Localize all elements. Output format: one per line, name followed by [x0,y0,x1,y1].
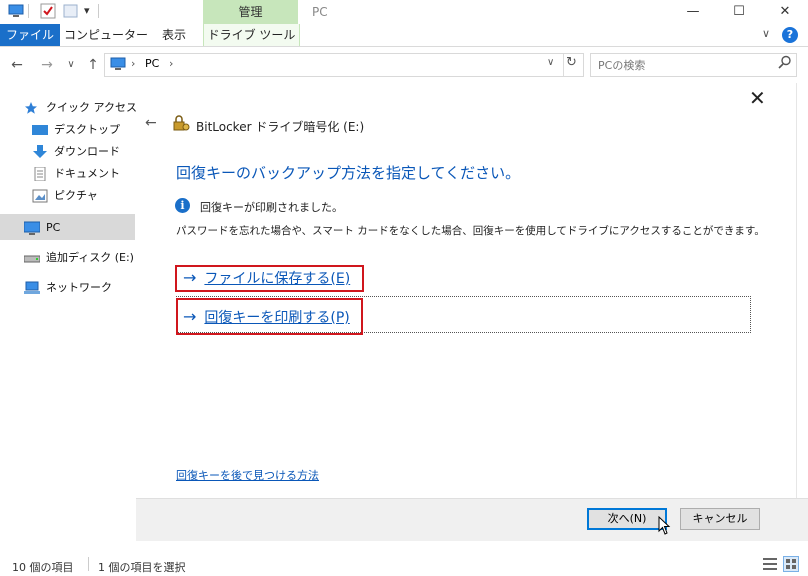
tab-computer[interactable]: コンピューター [64,24,148,46]
sidebar-selected-bg [0,214,135,240]
wizard-back-icon[interactable]: ← [145,115,157,131]
context-tab-header: 管理 [203,0,298,24]
pictures-icon [32,189,48,203]
sidebar-item-network[interactable]: ネットワーク [24,279,112,297]
option-accel: (E) [330,271,351,287]
download-icon [32,145,48,159]
address-dropdown-icon[interactable]: ∨ [547,57,554,68]
address-divider [563,54,564,76]
pc-icon [23,221,41,235]
up-nav-icon[interactable]: ↑ [84,56,102,74]
search-icon[interactable] [778,55,792,72]
maximize-button[interactable]: ☐ [716,0,762,24]
tab-file[interactable]: ファイル [0,24,60,46]
save-to-file-option[interactable]: → ファイルに保存する(E) [183,267,350,289]
scrollbar-strip[interactable] [796,83,808,541]
sidebar-item-extra-disk[interactable]: 追加ディスク (E:) [23,249,134,267]
pc-small-icon [110,57,126,74]
sidebar-item-label: ピクチャ [54,189,98,202]
sidebar-item-pictures[interactable]: ピクチャ [32,187,98,205]
arrow-right-icon: → [183,307,197,326]
find-key-later-link[interactable]: 回復キーを後で見つける方法 [176,467,319,483]
sidebar-item-desktop[interactable]: デスクトップ [32,121,120,139]
wizard-heading: 回復キーのバックアップ方法を指定してください。 [176,164,521,182]
forward-nav-icon[interactable]: → [38,56,56,74]
back-nav-icon[interactable]: ← [8,56,26,74]
arrow-right-icon: → [183,268,197,287]
desktop-icon [32,123,48,137]
mouse-cursor-icon [658,515,672,539]
option-label: ファイルに保存する [204,271,331,287]
tab-drive-tools[interactable]: ドライブ ツール [203,24,300,46]
qa-divider [28,4,29,18]
properties-icon[interactable] [40,3,56,19]
window-title: PC [312,5,328,19]
wizard-title: BitLocker ドライブ暗号化 (E:) [196,120,365,134]
pc-app-icon[interactable] [8,3,24,19]
star-icon [24,101,40,115]
breadcrumb-pc[interactable]: PC [145,57,159,70]
sidebar-item-label: 追加ディスク (E:) [46,251,134,264]
network-icon [24,281,40,295]
status-divider [88,557,89,571]
details-view-icon[interactable] [763,558,777,573]
next-button[interactable]: 次へ(N) [587,508,667,530]
sidebar-item-label: ドキュメント [54,167,120,180]
qa-divider-2 [98,4,99,18]
option-label: 回復キーを印刷する [204,310,331,326]
info-message: 回復キーが印刷されました。 [200,201,343,214]
sidebar-item-pc[interactable]: PC [23,219,61,237]
search-input[interactable]: PCの検索 [598,57,645,73]
info-icon: i [175,198,190,213]
document-icon [32,166,48,182]
refresh-icon[interactable]: ↻ [566,55,577,70]
sidebar-item-label: ネットワーク [46,281,112,294]
sidebar-item-downloads[interactable]: ダウンロード [32,143,120,161]
cancel-button[interactable]: キャンセル [680,508,760,530]
status-item-count: 10 個の項目 [12,561,74,574]
status-selected-count: 1 個の項目を選択 [98,561,186,574]
tab-view[interactable]: 表示 [152,24,196,46]
sidebar-item-label: ダウンロード [54,145,120,158]
sidebar-item-quick-access[interactable]: クイック アクセス [24,99,137,117]
sidebar-item-label: デスクトップ [54,123,120,136]
breadcrumb-separator-2[interactable]: › [169,57,173,70]
minimize-button[interactable]: — [670,0,716,24]
drive-icon [23,251,41,265]
customize-qa-icon[interactable]: ▾ [84,4,90,17]
ribbon-collapse-icon[interactable]: ∨ [762,27,770,40]
option-accel: (P) [330,310,350,326]
new-folder-icon[interactable] [63,3,79,19]
description-text: パスワードを忘れた場合や、スマート カードをなくした場合、回復キーを使用してドラ… [176,225,765,237]
large-icons-view-icon[interactable] [783,556,799,572]
close-window-button[interactable]: ✕ [762,0,808,24]
address-bar[interactable]: › PC › ∨ ↻ [104,53,584,77]
sidebar-item-documents[interactable]: ドキュメント [32,165,120,183]
recent-locations-icon[interactable]: ∨ [62,56,80,74]
bitlocker-key-icon [172,114,190,135]
print-key-option[interactable]: → 回復キーを印刷する(P) [183,306,350,328]
help-icon[interactable]: ? [782,27,798,43]
sidebar-item-label: PC [46,221,61,234]
breadcrumb-separator[interactable]: › [131,57,135,70]
sidebar-item-label: クイック アクセス [46,101,137,114]
wizard-close-icon[interactable]: ✕ [749,86,766,110]
